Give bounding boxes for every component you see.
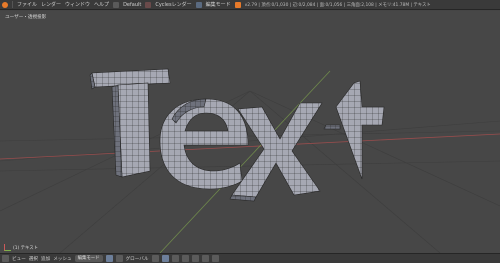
layer-icon[interactable] <box>201 255 209 262</box>
menu-view[interactable]: ビュー <box>12 256 26 262</box>
render-engine-dropdown[interactable]: Cyclesレンダー <box>155 1 191 8</box>
render-preview-icon[interactable] <box>211 255 219 262</box>
x-axis-line <box>0 133 500 160</box>
viewport-footer: (1) テキスト <box>4 244 38 251</box>
viewport-header: ビュー 選択 追加 メッシュ 編集モード グローバル <box>0 253 500 263</box>
viewport-shading-icon[interactable] <box>105 255 113 262</box>
menu-mesh[interactable]: メッシュ <box>53 256 71 262</box>
menu-select[interactable]: 選択 <box>29 256 38 262</box>
3d-viewport[interactable]: ユーザー・透視投影 (1) テキスト <box>0 11 500 253</box>
snap-icon[interactable] <box>191 255 199 262</box>
layout-dropdown[interactable]: Default <box>123 2 141 8</box>
menu-window[interactable]: ウィンドウ <box>65 1 90 8</box>
mode-icon[interactable] <box>195 1 202 8</box>
orientation-dropdown[interactable]: グローバル <box>126 256 149 262</box>
axis-gizmo-icon <box>4 244 11 251</box>
top-header: ファイル レンダー ウィンドウ ヘルプ Default Cyclesレンダー 編… <box>0 0 500 10</box>
mesh-letter-t[interactable] <box>89 68 171 178</box>
menu-add[interactable]: 追加 <box>41 256 50 262</box>
mesh-letter-e[interactable] <box>159 98 249 190</box>
blender-version-icon <box>234 1 241 8</box>
view-perspective-label: ユーザー・透視投影 <box>5 15 47 20</box>
scene-icon[interactable] <box>145 1 152 8</box>
edge-select-icon[interactable] <box>161 255 169 262</box>
viewport-scene[interactable] <box>0 11 500 253</box>
menu-render[interactable]: レンダー <box>41 1 61 8</box>
scene-stats: v2.79 | 頂点:0/1,030 | 辺:0/2,084 | 面:0/1,0… <box>244 2 431 8</box>
menu-file[interactable]: ファイル <box>17 1 37 8</box>
layout-icon[interactable] <box>113 1 120 8</box>
pivot-point-icon[interactable] <box>115 255 123 262</box>
blender-logo-icon[interactable] <box>2 1 8 8</box>
separator <box>12 1 13 8</box>
editor-mode-label[interactable]: 編集モード <box>206 1 231 8</box>
mesh-letter-x[interactable] <box>229 102 323 202</box>
active-object-label: (1) テキスト <box>13 245 39 251</box>
face-select-icon[interactable] <box>171 255 179 262</box>
menu-help[interactable]: ヘルプ <box>94 1 109 8</box>
editor-type-icon[interactable] <box>2 255 9 262</box>
vertex-select-icon[interactable] <box>151 255 159 262</box>
proportional-edit-icon[interactable] <box>181 255 189 262</box>
mode-dropdown[interactable]: 編集モード <box>74 255 103 262</box>
